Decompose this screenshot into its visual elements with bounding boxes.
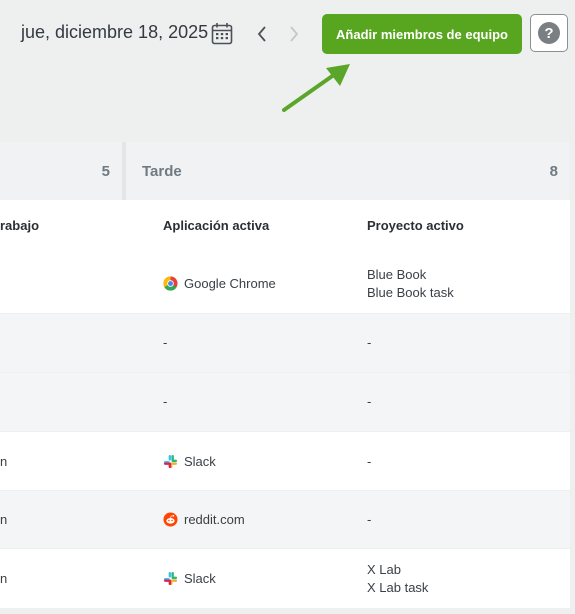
active-app-cell: reddit.com (163, 512, 245, 527)
task-name: X Lab task (367, 580, 429, 595)
summary-group-1: 5 (0, 142, 122, 200)
table-row[interactable]: n Slack - (0, 432, 570, 490)
app-name: Slack (184, 454, 216, 469)
table-row[interactable]: - - (0, 373, 570, 431)
column-header-active-app[interactable]: Aplicación activa (163, 218, 269, 233)
work-cell: n (0, 571, 8, 586)
active-app-cell: - (163, 335, 168, 350)
active-app-cell: Slack (163, 454, 216, 469)
column-header-work[interactable]: rabajo (0, 218, 39, 233)
table-row[interactable]: n reddit.com - (0, 491, 570, 548)
app-name: Slack (184, 571, 216, 586)
active-app-cell: Slack (163, 571, 216, 586)
annotation-arrow (282, 64, 350, 112)
table-row[interactable]: n Slack X Lab X Lab task (0, 549, 570, 608)
project-name: Blue Book (367, 267, 427, 282)
active-project-cell: Blue Book Blue Book task (367, 266, 454, 302)
table-row[interactable]: Google Chrome Blue Book Blue Book task (0, 254, 570, 313)
table-header: rabajo Aplicación activa Proyecto activo (0, 200, 570, 254)
summary-count: 5 (101, 163, 110, 180)
summary-group-tarde: Tarde 8 (126, 142, 570, 200)
reddit-icon (163, 512, 178, 527)
help-icon: ? (538, 22, 560, 44)
active-project-cell: - (367, 454, 372, 469)
work-cell: n (0, 512, 8, 527)
project-name: X Lab (367, 562, 401, 577)
chevron-right-icon[interactable] (284, 22, 304, 46)
chrome-icon (163, 276, 178, 291)
calendar-icon[interactable] (209, 21, 235, 47)
active-project-cell: X Lab X Lab task (367, 561, 428, 597)
slack-icon (163, 571, 178, 586)
task-name: Blue Book task (367, 285, 454, 300)
add-team-members-button[interactable]: Añadir miembros de equipo (322, 14, 522, 54)
header: jue, diciembre 18, 2025 Añadir miembros … (0, 0, 575, 140)
app-name: reddit.com (184, 512, 245, 527)
active-project-cell: - (367, 512, 372, 527)
help-button[interactable]: ? (530, 14, 568, 52)
chevron-left-icon[interactable] (252, 22, 272, 46)
summary-count: 8 (549, 163, 558, 180)
active-project-cell: - (367, 335, 372, 350)
date-label: jue, diciembre 18, 2025 (21, 22, 209, 42)
table-row[interactable]: - - (0, 314, 570, 372)
active-project-cell: - (367, 394, 372, 409)
summary-label: Tarde (142, 163, 182, 180)
work-cell: n (0, 454, 8, 469)
app-name: Google Chrome (184, 276, 276, 291)
active-app-cell: - (163, 394, 168, 409)
column-header-active-project[interactable]: Proyecto activo (367, 218, 464, 233)
slack-icon (163, 454, 178, 469)
active-app-cell: Google Chrome (163, 276, 276, 291)
